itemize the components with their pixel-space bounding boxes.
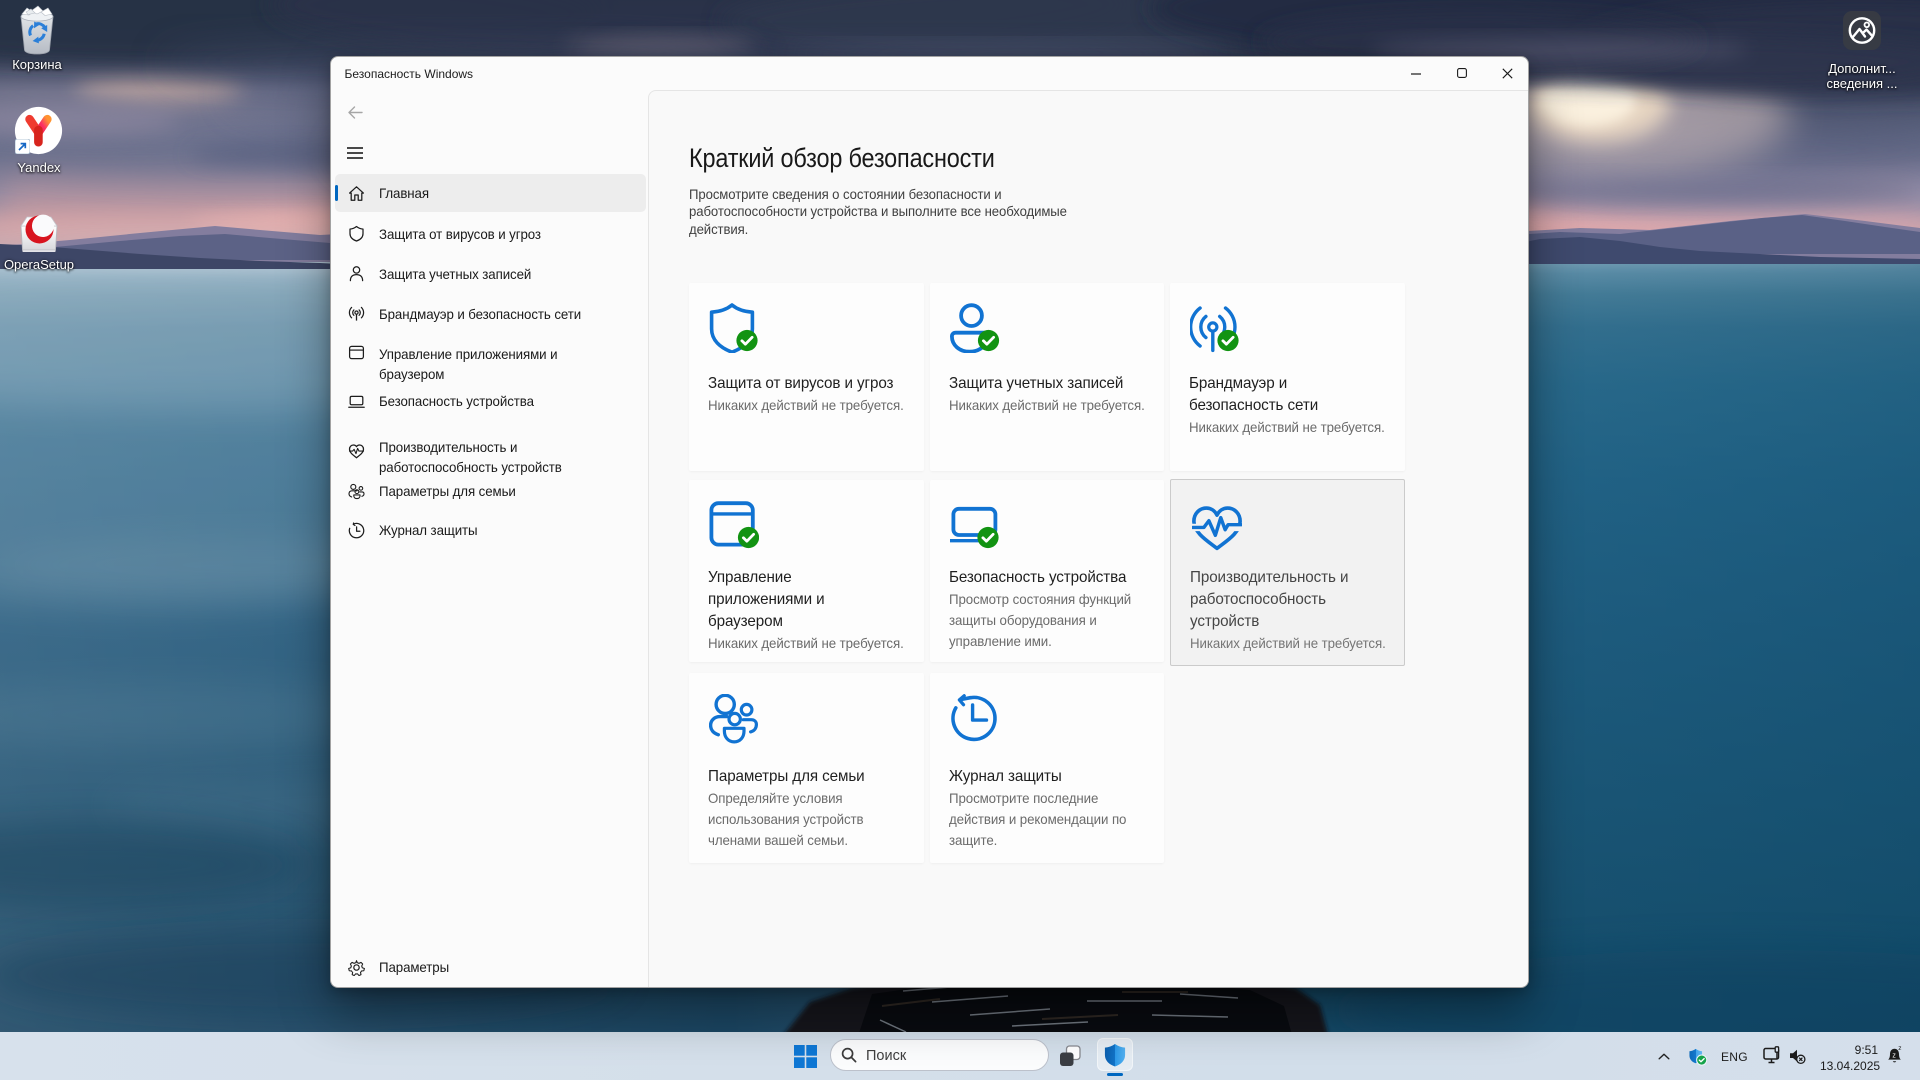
svg-text:z: z [1892,1053,1896,1060]
svg-text:z: z [1898,1045,1901,1052]
